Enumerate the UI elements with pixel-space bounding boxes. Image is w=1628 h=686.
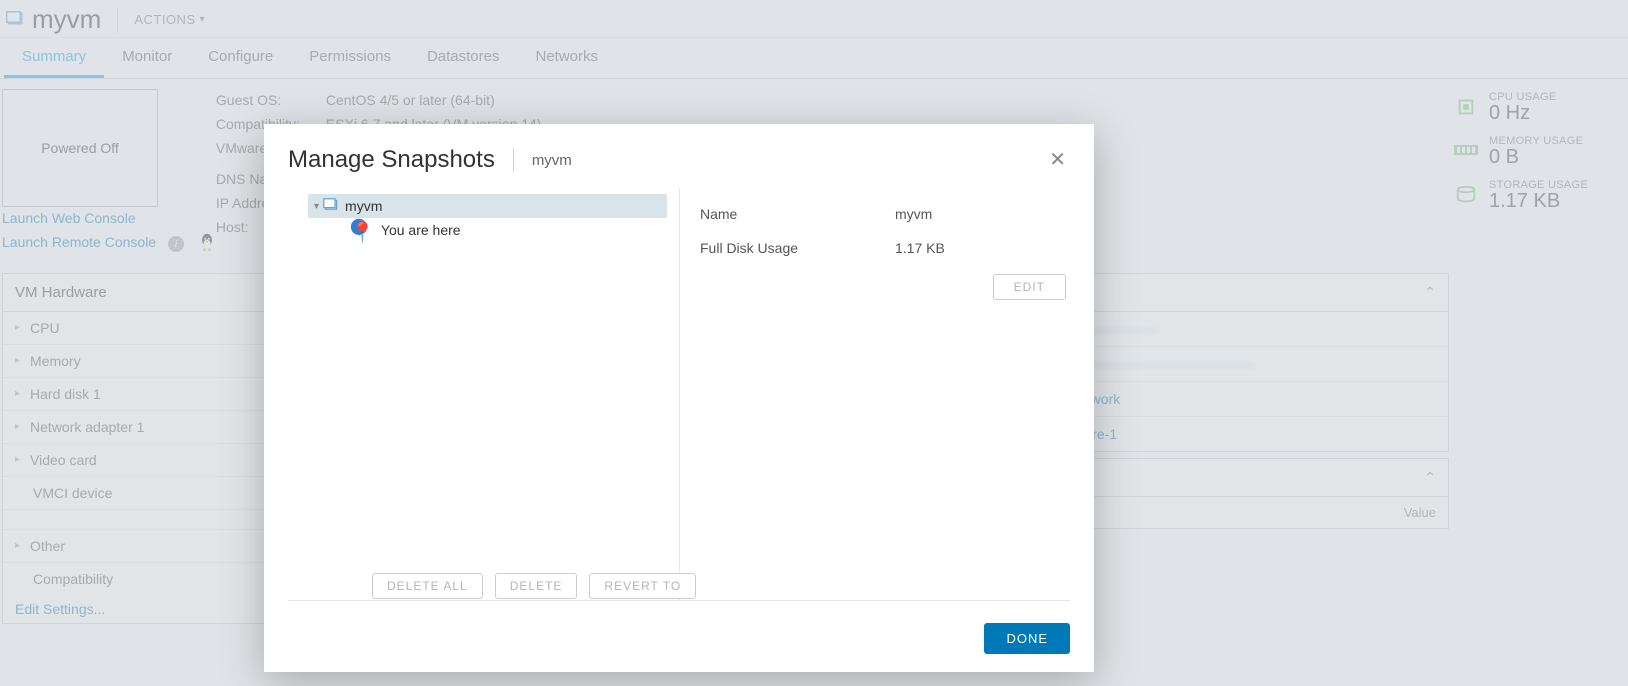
edit-button[interactable]: EDIT xyxy=(993,274,1066,300)
you-are-here-label: You are here xyxy=(381,222,461,238)
delete-button[interactable]: DELETE xyxy=(495,573,578,599)
tree-twisty-icon[interactable]: ▾ xyxy=(314,201,319,212)
name-value: myvm xyxy=(895,206,932,222)
tree-node-vm[interactable]: ▾ myvm xyxy=(308,194,667,218)
dialog-context: myvm xyxy=(532,152,572,169)
done-button[interactable]: DONE xyxy=(984,623,1070,654)
tree-node-here[interactable]: ⬤📍 You are here xyxy=(308,218,667,242)
snapshot-details: Namemyvm Full Disk Usage1.17 KB EDIT xyxy=(680,188,1070,600)
vm-icon xyxy=(323,198,339,214)
close-icon[interactable]: ✕ xyxy=(1049,150,1066,170)
snapshot-tree: ▾ myvm ⬤📍 You are here xyxy=(288,188,680,600)
disk-label: Full Disk Usage xyxy=(700,240,895,256)
tree-node-label: myvm xyxy=(345,198,382,214)
dialog-title: Manage Snapshots xyxy=(288,146,495,174)
name-label: Name xyxy=(700,206,895,222)
location-pin-icon: ⬤📍 xyxy=(350,216,375,245)
disk-value: 1.17 KB xyxy=(895,240,945,256)
delete-all-button[interactable]: DELETE ALL xyxy=(372,573,483,599)
manage-snapshots-dialog: Manage Snapshots myvm ✕ ▾ myvm ⬤📍 You ar… xyxy=(264,124,1094,672)
revert-to-button[interactable]: REVERT TO xyxy=(589,573,696,599)
divider xyxy=(513,148,514,172)
